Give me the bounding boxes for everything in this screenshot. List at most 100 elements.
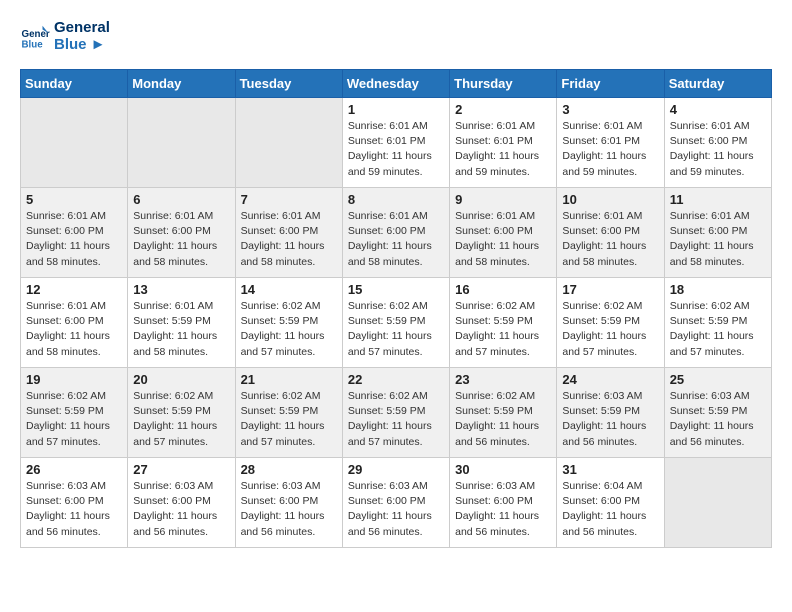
day-info: Sunrise: 6:03 AM Sunset: 5:59 PM Dayligh… — [562, 389, 658, 450]
day-number: 24 — [562, 372, 658, 387]
svg-text:Blue: Blue — [22, 39, 44, 50]
day-number: 10 — [562, 192, 658, 207]
calendar-cell: 21 Sunrise: 6:02 AM Sunset: 5:59 PM Dayli… — [235, 368, 342, 458]
calendar-cell: 28Sunrise: 6:03 AM Sunset: 6:00 PM Dayli… — [235, 458, 342, 548]
calendar-cell: 17 Sunrise: 6:02 AM Sunset: 5:59 PM Dayli… — [557, 278, 664, 368]
day-info: Sunrise: 6:01 AM Sunset: 6:00 PM Dayligh… — [455, 209, 551, 270]
day-number: 25 — [670, 372, 766, 387]
day-number: 4 — [670, 102, 766, 117]
calendar-cell: 11 Sunrise: 6:01 AM Sunset: 6:00 PM Dayli… — [664, 188, 771, 278]
page-header: General Blue General Blue ► — [20, 20, 772, 53]
calendar-cell: 29Sunrise: 6:03 AM Sunset: 6:00 PM Dayli… — [342, 458, 449, 548]
calendar-cell: 16 Sunrise: 6:02 AM Sunset: 5:59 PM Dayli… — [450, 278, 557, 368]
day-number: 1 — [348, 102, 444, 117]
calendar-week-row: 26 Sunrise: 6:03 AM Sunset: 6:00 PM Dayli… — [21, 458, 772, 548]
calendar-cell: 19 Sunrise: 6:02 AM Sunset: 5:59 PM Dayli… — [21, 368, 128, 458]
weekday-header-sunday: Sunday — [21, 70, 128, 98]
day-number: 11 — [670, 192, 766, 207]
calendar-cell: 25 Sunrise: 6:03 AM Sunset: 5:59 PM Dayli… — [664, 368, 771, 458]
day-info: Sunrise: 6:03 AM Sunset: 6:00 PM Dayligh… — [133, 479, 229, 540]
day-info: Sunrise: 6:02 AM Sunset: 5:59 PM Dayligh… — [455, 389, 551, 450]
day-number: 8 — [348, 192, 444, 207]
logo-general: General — [54, 20, 110, 37]
calendar-header-row: SundayMondayTuesdayWednesdayThursdayFrid… — [21, 70, 772, 98]
day-number: 12 — [26, 282, 122, 297]
day-info: Sunrise: 6:01 AM Sunset: 6:01 PM Dayligh… — [348, 119, 444, 180]
weekday-header-saturday: Saturday — [664, 70, 771, 98]
day-number: 30 — [455, 462, 551, 477]
day-info: Sunrise: 6:02 AM Sunset: 5:59 PM Dayligh… — [241, 389, 337, 450]
calendar-cell — [128, 98, 235, 188]
day-info: Sunrise: 6:02 AM Sunset: 5:59 PM Dayligh… — [133, 389, 229, 450]
day-info: Sunrise: 6:03 AM Sunset: 5:59 PM Dayligh… — [670, 389, 766, 450]
day-info: Sunrise: 6:02 AM Sunset: 5:59 PM Dayligh… — [455, 299, 551, 360]
day-number: 26 — [26, 462, 122, 477]
day-info: Sunrise: 6:01 AM Sunset: 5:59 PM Dayligh… — [133, 299, 229, 360]
calendar-cell: 15 Sunrise: 6:02 AM Sunset: 5:59 PM Dayli… — [342, 278, 449, 368]
day-info: Sunrise: 6:01 AM Sunset: 6:00 PM Dayligh… — [26, 299, 122, 360]
day-number: 27 — [133, 462, 229, 477]
day-number: 2 — [455, 102, 551, 117]
day-number: 21 — [241, 372, 337, 387]
calendar-week-row: 1 Sunrise: 6:01 AM Sunset: 6:01 PM Daylig… — [21, 98, 772, 188]
calendar-cell: 10 Sunrise: 6:01 AM Sunset: 6:00 PM Dayli… — [557, 188, 664, 278]
day-info: Sunrise: 6:04 AM Sunset: 6:00 PM Dayligh… — [562, 479, 658, 540]
day-info: Sunrise: 6:01 AM Sunset: 6:01 PM Dayligh… — [455, 119, 551, 180]
day-info: Sunrise: 6:02 AM Sunset: 5:59 PM Dayligh… — [348, 299, 444, 360]
calendar-cell: 5 Sunrise: 6:01 AM Sunset: 6:00 PM Daylig… — [21, 188, 128, 278]
calendar-cell: 20 Sunrise: 6:02 AM Sunset: 5:59 PM Dayli… — [128, 368, 235, 458]
calendar-cell — [664, 458, 771, 548]
day-info: Sunrise: 6:01 AM Sunset: 6:00 PM Dayligh… — [26, 209, 122, 270]
day-info: Sunrise: 6:02 AM Sunset: 5:59 PM Dayligh… — [562, 299, 658, 360]
day-number: 28 — [241, 462, 337, 477]
calendar-cell: 6Sunrise: 6:01 AM Sunset: 6:00 PM Daylig… — [128, 188, 235, 278]
day-info: Sunrise: 6:02 AM Sunset: 5:59 PM Dayligh… — [241, 299, 337, 360]
day-info: Sunrise: 6:01 AM Sunset: 6:00 PM Dayligh… — [348, 209, 444, 270]
day-info: Sunrise: 6:02 AM Sunset: 5:59 PM Dayligh… — [670, 299, 766, 360]
calendar-cell: 7Sunrise: 6:01 AM Sunset: 6:00 PM Daylig… — [235, 188, 342, 278]
calendar-cell: 3 Sunrise: 6:01 AM Sunset: 6:01 PM Daylig… — [557, 98, 664, 188]
calendar-cell: 1 Sunrise: 6:01 AM Sunset: 6:01 PM Daylig… — [342, 98, 449, 188]
day-number: 23 — [455, 372, 551, 387]
day-number: 16 — [455, 282, 551, 297]
logo-icon: General Blue — [20, 22, 50, 52]
weekday-header-thursday: Thursday — [450, 70, 557, 98]
calendar-week-row: 19 Sunrise: 6:02 AM Sunset: 5:59 PM Dayli… — [21, 368, 772, 458]
day-info: Sunrise: 6:01 AM Sunset: 6:00 PM Dayligh… — [670, 209, 766, 270]
calendar-cell: 27 Sunrise: 6:03 AM Sunset: 6:00 PM Dayli… — [128, 458, 235, 548]
day-info: Sunrise: 6:02 AM Sunset: 5:59 PM Dayligh… — [26, 389, 122, 450]
weekday-header-monday: Monday — [128, 70, 235, 98]
day-info: Sunrise: 6:01 AM Sunset: 6:00 PM Dayligh… — [133, 209, 229, 270]
day-number: 9 — [455, 192, 551, 207]
calendar-week-row: 5 Sunrise: 6:01 AM Sunset: 6:00 PM Daylig… — [21, 188, 772, 278]
weekday-header-tuesday: Tuesday — [235, 70, 342, 98]
day-number: 17 — [562, 282, 658, 297]
day-number: 19 — [26, 372, 122, 387]
day-number: 13 — [133, 282, 229, 297]
day-number: 3 — [562, 102, 658, 117]
day-info: Sunrise: 6:01 AM Sunset: 6:00 PM Dayligh… — [241, 209, 337, 270]
calendar-cell: 22Sunrise: 6:02 AM Sunset: 5:59 PM Dayli… — [342, 368, 449, 458]
weekday-header-wednesday: Wednesday — [342, 70, 449, 98]
calendar-cell — [21, 98, 128, 188]
calendar-cell: 18 Sunrise: 6:02 AM Sunset: 5:59 PM Dayli… — [664, 278, 771, 368]
day-number: 15 — [348, 282, 444, 297]
logo-blue: Blue ► — [54, 37, 110, 54]
calendar-cell: 14 Sunrise: 6:02 AM Sunset: 5:59 PM Dayli… — [235, 278, 342, 368]
day-info: Sunrise: 6:01 AM Sunset: 6:00 PM Dayligh… — [562, 209, 658, 270]
calendar-cell: 9 Sunrise: 6:01 AM Sunset: 6:00 PM Daylig… — [450, 188, 557, 278]
calendar-cell: 8 Sunrise: 6:01 AM Sunset: 6:00 PM Daylig… — [342, 188, 449, 278]
day-number: 5 — [26, 192, 122, 207]
day-info: Sunrise: 6:01 AM Sunset: 6:01 PM Dayligh… — [562, 119, 658, 180]
calendar-cell: 23 Sunrise: 6:02 AM Sunset: 5:59 PM Dayli… — [450, 368, 557, 458]
calendar-body: 1 Sunrise: 6:01 AM Sunset: 6:01 PM Daylig… — [21, 98, 772, 548]
calendar-cell: 24 Sunrise: 6:03 AM Sunset: 5:59 PM Dayli… — [557, 368, 664, 458]
calendar-table: SundayMondayTuesdayWednesdayThursdayFrid… — [20, 69, 772, 548]
day-number: 18 — [670, 282, 766, 297]
calendar-cell: 2 Sunrise: 6:01 AM Sunset: 6:01 PM Daylig… — [450, 98, 557, 188]
calendar-cell: 30Sunrise: 6:03 AM Sunset: 6:00 PM Dayli… — [450, 458, 557, 548]
day-number: 20 — [133, 372, 229, 387]
day-number: 14 — [241, 282, 337, 297]
calendar-cell: 4Sunrise: 6:01 AM Sunset: 6:00 PM Daylig… — [664, 98, 771, 188]
logo: General Blue General Blue ► — [20, 20, 110, 53]
